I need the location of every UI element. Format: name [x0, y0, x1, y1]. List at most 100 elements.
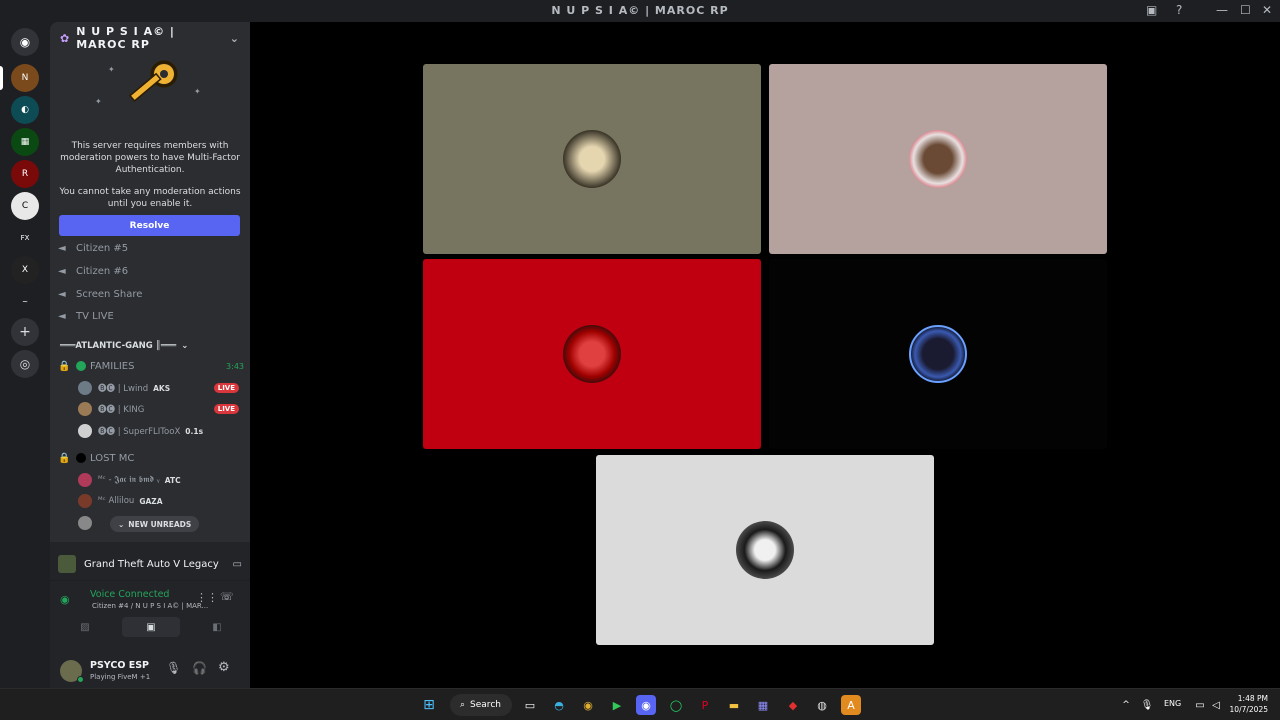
chevron-down-icon: ⌄	[181, 341, 189, 351]
member-row[interactable]: 🅑🅒 | Lwind AKS LIVE	[78, 378, 250, 398]
category-atlantic-gang[interactable]: ═══ATLANTIC-GANG ║═══ ⌄	[60, 336, 188, 356]
clock[interactable]: 1:48 PM 10/7/2025	[1228, 693, 1268, 715]
volume-icon[interactable]: ◁	[1206, 695, 1226, 715]
explore-icon[interactable]: ◎	[11, 350, 39, 378]
participant-tile[interactable]	[596, 455, 934, 645]
avatar	[78, 402, 92, 416]
channel-screen-share[interactable]: ◄ Screen Share	[58, 284, 142, 304]
activities-icon[interactable]: ◧	[188, 617, 246, 637]
app-icon-red[interactable]: ◆	[783, 695, 803, 715]
member-row[interactable]: 🅑🅒 | SuperFLITooX 0.1s	[78, 421, 250, 441]
channel-citizen5[interactable]: ◄ Citizen #5	[58, 238, 128, 258]
user-name: PSYCO ESP	[90, 660, 149, 671]
headphones-icon[interactable]: 🎧	[192, 661, 207, 675]
file-explorer-icon[interactable]: ▬	[724, 695, 744, 715]
member-row[interactable]: ᴹᶜ - 𝕵𝖆𝖈 𝖎𝖓 𝖇𝖒𝖉 ᵧ ATC	[78, 470, 250, 490]
language-indicator[interactable]: ENG	[1164, 699, 1181, 708]
store-icon[interactable]: ▦	[753, 695, 773, 715]
resolve-button[interactable]: Resolve	[59, 215, 240, 236]
help-icon[interactable]: ?	[1176, 3, 1182, 17]
avatar	[78, 494, 92, 508]
server-icon-5[interactable]: C	[11, 192, 39, 220]
whatsapp-icon[interactable]: ◯	[666, 695, 686, 715]
mfa-text-1: This server requires members with modera…	[60, 141, 240, 175]
server-icon-6[interactable]: FX	[11, 224, 39, 252]
avatar	[909, 130, 967, 188]
participant-tile[interactable]	[769, 259, 1107, 449]
server-icon-2[interactable]: ◐	[11, 96, 39, 124]
screen-share-icon[interactable]: ▭	[233, 559, 242, 570]
inbox-icon[interactable]: ▣	[1146, 3, 1157, 17]
add-server-icon[interactable]: +	[11, 318, 39, 346]
server-header[interactable]: ✿ N U P S I A© | MAROC RP ⌄	[50, 22, 250, 54]
channel-families[interactable]: 🔒 FAMILIES 3:43	[58, 356, 244, 376]
taskbar-search[interactable]: ⌕ Search	[450, 694, 512, 716]
pinterest-icon[interactable]: P	[695, 695, 715, 715]
screen-share-active-icon[interactable]: ▣	[122, 617, 180, 637]
channel-tv-live[interactable]: ◄ TV LIVE	[58, 306, 114, 326]
voice-status[interactable]: Voice Connected	[90, 589, 169, 600]
app-icon-orange[interactable]: A	[841, 695, 861, 715]
svg-text:✦: ✦	[95, 97, 102, 106]
avatar	[78, 516, 92, 530]
task-view-icon[interactable]: ▭	[520, 695, 540, 715]
channel-label: LOST MC	[90, 452, 135, 464]
channel-lost-mc[interactable]: 🔒 LOST MC	[58, 448, 134, 468]
selected-indicator	[0, 66, 3, 90]
mfa-text-2: You cannot take any moderation actions u…	[59, 187, 241, 209]
taskbar: ⊞ ⌕ Search ▭ ◓ ◉ ▶ ◉ ◯ P ▬ ▦ ◆ ◍ A ^ 🎙 EN…	[0, 688, 1280, 720]
close-icon[interactable]: ✕	[1262, 3, 1272, 17]
chrome-icon[interactable]: ◉	[578, 695, 598, 715]
speaker-muted-icon: ◄	[58, 265, 66, 277]
chevron-up-icon[interactable]: ^	[1116, 695, 1136, 715]
maximize-icon[interactable]: ☐	[1240, 3, 1251, 17]
microphone-tray-icon[interactable]: 🎙	[1137, 695, 1157, 715]
server-icon-4[interactable]: R	[11, 160, 39, 188]
settings-gear-icon[interactable]: ⚙	[218, 660, 230, 675]
participant-tile[interactable]	[423, 259, 761, 449]
participant-tile[interactable]	[769, 64, 1107, 254]
black-circle-icon	[76, 453, 86, 463]
server-icon-nupsia[interactable]: N	[11, 64, 39, 92]
microphone-icon[interactable]: 🎙	[166, 661, 181, 675]
server-icon-3[interactable]: ▦	[11, 128, 39, 156]
chevron-down-icon[interactable]: ⌄	[230, 32, 240, 45]
app-icon-circle[interactable]: ◍	[812, 695, 832, 715]
new-unreads-label: NEW UNREADS	[128, 519, 192, 529]
server-name: N U P S I A© | MAROC RP	[76, 25, 175, 51]
avatar	[78, 473, 92, 487]
server-icon-8[interactable]: ~	[11, 288, 39, 316]
server-icon-7[interactable]: X	[11, 256, 39, 284]
windows-start-icon[interactable]: ⊞	[419, 695, 439, 715]
member-name: 🅑🅒 | SuperFLITooX	[98, 427, 181, 437]
discord-taskbar-icon[interactable]: ◉	[636, 695, 656, 715]
member-tag: 0.1s	[185, 426, 204, 436]
disconnect-icon[interactable]: ☏	[220, 590, 234, 603]
avatar	[909, 325, 967, 383]
channel-label: Screen Share	[76, 288, 143, 300]
play-store-icon[interactable]: ▶	[607, 695, 627, 715]
activity-row[interactable]: Grand Theft Auto V Legacy ▭	[58, 550, 242, 578]
noise-suppression-icon[interactable]: ⋮⋮	[196, 591, 218, 604]
live-badge: LIVE	[213, 383, 239, 393]
window-title: N U P S I A© | MAROC RP	[551, 4, 729, 17]
speaker-muted-icon: ◄	[58, 288, 66, 300]
avatar	[78, 381, 92, 395]
channel-sidebar: ✿ N U P S I A© | MAROC RP ⌄ ✦ ✦ ✦ This s…	[50, 22, 250, 688]
voice-panel: ◉ Voice Connected Citizen #4 / N U P S I…	[50, 580, 250, 650]
member-row[interactable]: ᴹᶜ Allilou GAZA	[78, 491, 250, 511]
camera-off-icon[interactable]: ▨	[56, 617, 114, 637]
member-tag: GAZA	[139, 496, 163, 506]
member-row[interactable]: 🅑🅒 | KING LIVE	[78, 399, 250, 419]
channel-citizen6[interactable]: ◄ Citizen #6	[58, 261, 128, 281]
edge-icon[interactable]: ◓	[549, 695, 569, 715]
minimize-icon[interactable]: —	[1216, 3, 1228, 17]
participant-tile[interactable]	[423, 64, 761, 254]
svg-text:✦: ✦	[194, 87, 201, 96]
clock-date: 10/7/2025	[1229, 705, 1268, 714]
category-label: ═══ATLANTIC-GANG ║═══	[60, 341, 177, 351]
bottom-panel: Grand Theft Auto V Legacy ▭ ◉ Voice Conn…	[50, 542, 250, 688]
channel-timer: 3:43	[226, 361, 244, 371]
new-unreads-button[interactable]: ⌄ NEW UNREADS	[110, 516, 200, 532]
discord-home-icon[interactable]: ◉	[11, 28, 39, 56]
